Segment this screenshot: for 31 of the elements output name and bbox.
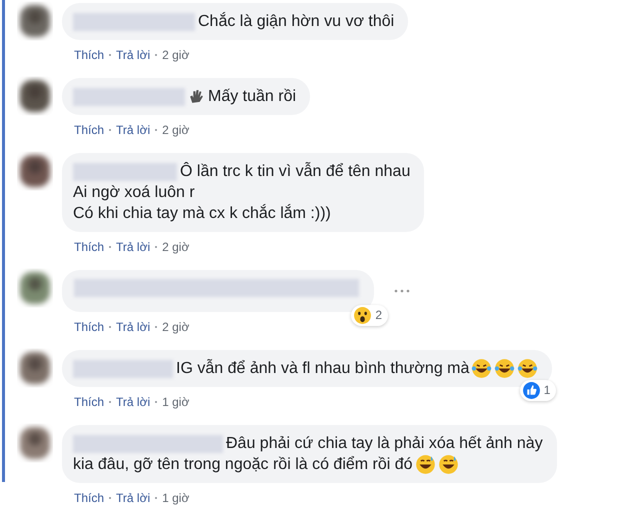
reply-link[interactable]: Trả lời: [116, 319, 150, 335]
comment-time: 2 giờ: [162, 239, 190, 255]
like-link[interactable]: Thích: [74, 394, 104, 410]
reaction-count: 1: [544, 382, 550, 399]
comment-text: Ô lần trc k tin vì vẫn để tên nhau: [180, 161, 410, 182]
comment-text: Chắc là giận hờn vu vơ thôi: [198, 11, 394, 32]
comment-text: kia đâu, gỡ tên trong ngoặc rồi là có điểm rồi đó: [73, 455, 413, 475]
comment-time: 2 giờ: [162, 122, 190, 138]
comment-time: 2 giờ: [162, 47, 190, 63]
comment-text: Đâu phải cứ chia tay là phải xóa hết ảnh này: [226, 434, 543, 454]
more-icon[interactable]: [394, 289, 410, 293]
comment-text: IG vẫn để ảnh và fl nhau bình thường mà: [176, 358, 470, 379]
like-link[interactable]: Thích: [74, 122, 104, 138]
comment-time: 1 giờ: [162, 394, 190, 410]
like-link[interactable]: Thích: [74, 490, 104, 506]
like-link[interactable]: Thích: [74, 319, 104, 335]
like-link[interactable]: Thích: [74, 239, 104, 255]
like-link[interactable]: Thích: [74, 47, 104, 63]
reaction-badge[interactable]: 2: [351, 305, 388, 326]
reaction-count: 2: [375, 307, 382, 324]
reaction-badge[interactable]: 1: [520, 380, 556, 401]
comment-text: Mấy tuần rồi: [208, 87, 296, 107]
comment-text: Ai ngờ xoá luôn r: [73, 183, 195, 203]
reply-link[interactable]: Trả lời: [116, 47, 150, 63]
comment-text: Có khi chia tay mà cx k chắc lắm :))): [73, 203, 331, 224]
reply-link[interactable]: Trả lời: [116, 394, 150, 410]
reply-link[interactable]: Trả lời: [116, 490, 150, 506]
reply-link[interactable]: Trả lời: [116, 239, 150, 255]
comment-time: 1 giờ: [162, 490, 190, 506]
reply-link[interactable]: Trả lời: [116, 122, 150, 138]
comment-time: 2 giờ: [162, 319, 190, 335]
